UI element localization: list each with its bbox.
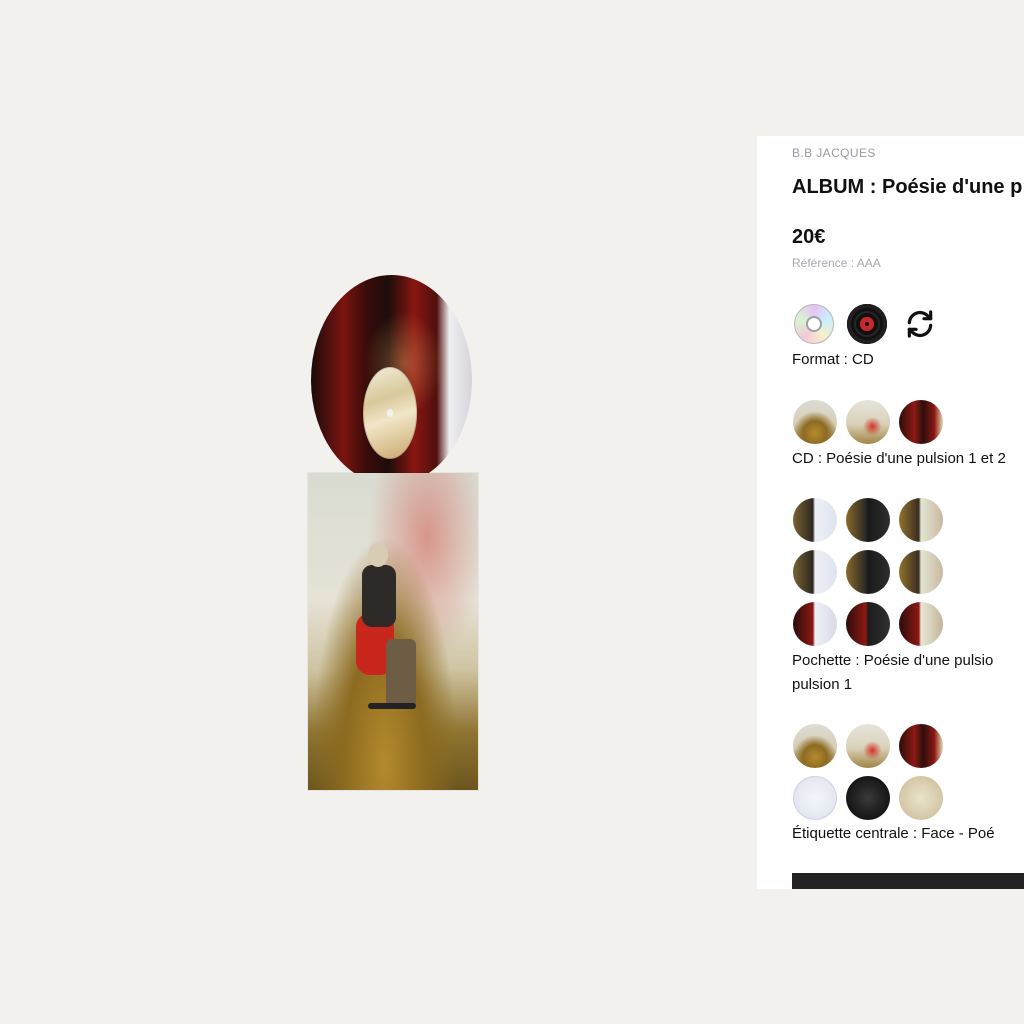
brand-name: B.B JACQUES: [792, 146, 876, 160]
pochette-option-7[interactable]: [793, 602, 837, 646]
cd-label: CD : Poésie d'une pulsion 1 et 2: [792, 450, 1006, 467]
format-label: Format : CD: [792, 351, 874, 368]
disc-center-label: [363, 367, 417, 459]
cd-disc-preview: [311, 275, 472, 485]
refresh-icon[interactable]: [904, 308, 936, 340]
disc-hole: [387, 409, 393, 417]
product-title: ALBUM : Poésie d'une p: [792, 176, 1023, 198]
etiquette-option-5[interactable]: [846, 776, 890, 820]
cd-artwork-option-2[interactable]: [846, 400, 890, 444]
product-reference: Référence : AAA: [792, 256, 881, 270]
cd-artwork-option-3[interactable]: [899, 400, 943, 444]
cd-icon: [794, 304, 834, 344]
product-price: 20€: [792, 226, 826, 248]
format-vinyl-option[interactable]: [845, 302, 889, 346]
etiquette-option-1[interactable]: [793, 724, 837, 768]
pochette-option-1[interactable]: [793, 498, 837, 542]
pochette-option-6[interactable]: [899, 550, 943, 594]
pochette-label-line-1: Pochette : Poésie d'une pulsio: [792, 652, 994, 669]
format-cd-option[interactable]: [792, 302, 836, 346]
pochette-option-3[interactable]: [899, 498, 943, 542]
pochette-label-line-2: pulsion 1: [792, 676, 853, 693]
etiquette-option-4[interactable]: [793, 776, 837, 820]
pochette-option-5[interactable]: [846, 550, 890, 594]
sleeve-cover-preview: [308, 473, 478, 790]
etiquette-option-3[interactable]: [899, 724, 943, 768]
etiquette-option-2[interactable]: [846, 724, 890, 768]
add-to-cart-button[interactable]: [792, 873, 1024, 889]
cover-artwork-figure: [356, 543, 420, 733]
cd-artwork-option-1[interactable]: [793, 400, 837, 444]
product-options-panel: B.B JACQUES ALBUM : Poésie d'une p 20€ R…: [757, 136, 1024, 889]
etiquette-option-6[interactable]: [899, 776, 943, 820]
etiquette-label: Étiquette centrale : Face - Poé: [792, 825, 995, 842]
pochette-option-2[interactable]: [846, 498, 890, 542]
product-preview[interactable]: [0, 0, 757, 1024]
pochette-option-4[interactable]: [793, 550, 837, 594]
vinyl-icon: [847, 304, 887, 344]
pochette-option-8[interactable]: [846, 602, 890, 646]
pochette-option-9[interactable]: [899, 602, 943, 646]
